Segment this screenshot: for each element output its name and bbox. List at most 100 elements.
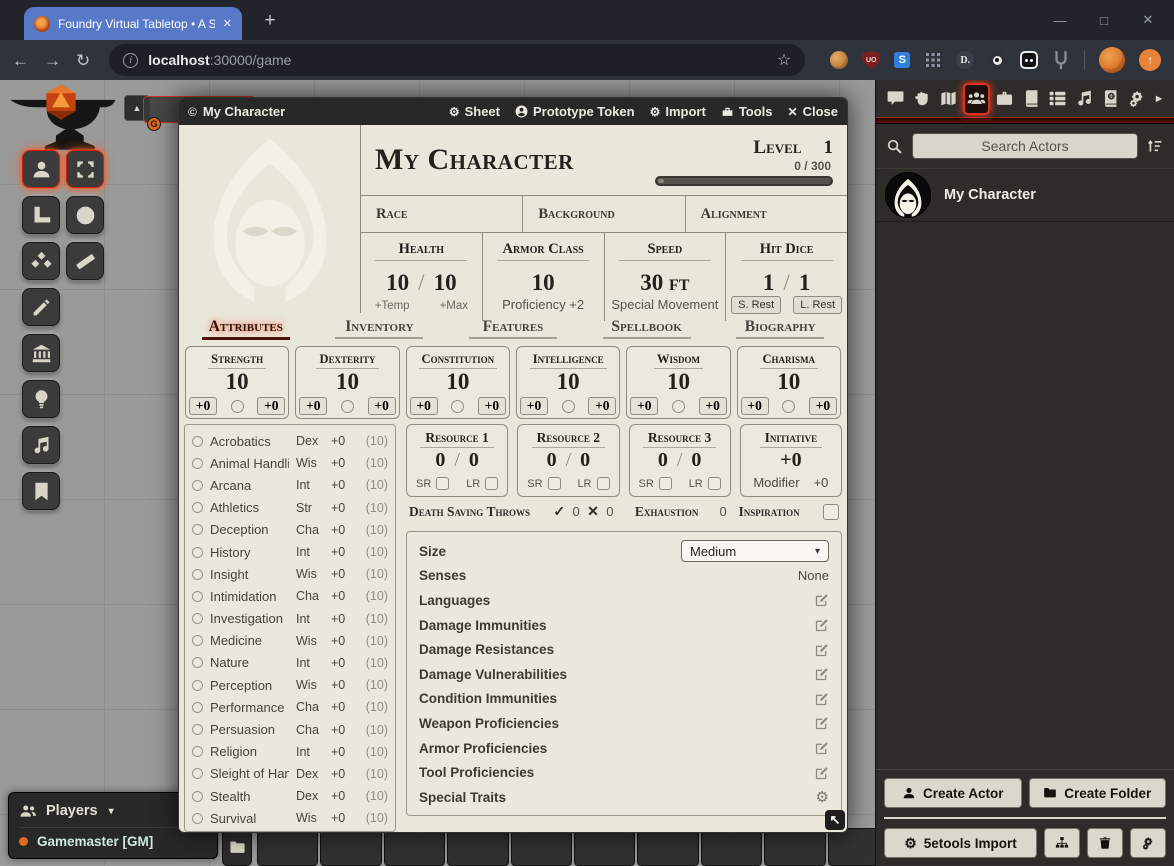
new-tab-button[interactable]: + [258, 9, 282, 33]
d-extension-icon[interactable]: D. [956, 51, 974, 69]
actor-avatar[interactable] [885, 172, 931, 218]
edit-icon[interactable] [815, 643, 829, 657]
tab-compendium[interactable] [1099, 84, 1121, 114]
skill-proficiency-toggle[interactable] [192, 724, 203, 735]
save-proficiency-toggle[interactable] [231, 400, 244, 413]
save-proficiency-toggle[interactable] [782, 400, 795, 413]
import-button[interactable]: ⚙Import [650, 104, 706, 119]
grid-extension-icon[interactable] [924, 51, 942, 69]
site-info-icon[interactable]: i [123, 53, 138, 68]
race-field[interactable]: Race [361, 196, 523, 232]
trait-row[interactable]: Weapon Proficiencies [419, 711, 829, 736]
trait-row[interactable]: Languages [419, 588, 829, 613]
edit-icon[interactable] [815, 667, 829, 681]
ability-save[interactable]: +0 [478, 397, 506, 415]
skill-row[interactable]: ArcanaInt+0(10) [192, 474, 388, 496]
tab-close-icon[interactable]: ✕ [223, 17, 232, 30]
lr-checkbox[interactable] [485, 477, 498, 490]
health-stat[interactable]: Health 10/10 +Temp+Max [361, 233, 483, 321]
macro-slot[interactable] [320, 828, 381, 866]
edit-icon[interactable] [815, 716, 829, 730]
lr-checkbox[interactable] [597, 477, 610, 490]
skill-proficiency-toggle[interactable] [192, 657, 203, 668]
create-actor-button[interactable]: Create Actor [884, 778, 1022, 808]
skill-row[interactable]: HistoryInt+0(10) [192, 541, 388, 563]
skill-proficiency-toggle[interactable] [192, 591, 203, 602]
skill-row[interactable]: AthleticsStr+0(10) [192, 497, 388, 519]
lr-checkbox[interactable] [708, 477, 721, 490]
back-button[interactable]: ← [12, 52, 29, 69]
reload-button[interactable]: ↻ [76, 52, 90, 69]
ability-score[interactable]: 10 [627, 369, 729, 394]
ability-mod[interactable]: +0 [299, 397, 327, 415]
browser-tab[interactable]: Foundry Virtual Tabletop • A Stan ✕ [24, 7, 242, 40]
skill-row[interactable]: PerformanceCha+0(10) [192, 696, 388, 718]
speed-value[interactable]: 30 ft [640, 270, 689, 296]
ublock-extension-icon[interactable]: UO [862, 51, 880, 69]
initiative-value[interactable]: +0 [780, 449, 801, 472]
measure-tool[interactable] [22, 196, 60, 234]
edit-icon[interactable] [815, 741, 829, 755]
edit-icon[interactable] [815, 593, 829, 607]
ability-save[interactable]: +0 [588, 397, 616, 415]
macro-slot[interactable] [384, 828, 445, 866]
senses-value[interactable]: None [798, 568, 829, 583]
long-rest-button[interactable]: L. Rest [793, 296, 842, 314]
macro-slot[interactable] [574, 828, 635, 866]
size-select[interactable]: Medium▾ [681, 540, 829, 562]
skill-proficiency-toggle[interactable] [192, 436, 203, 447]
sr-checkbox[interactable] [548, 477, 561, 490]
macro-slot[interactable] [637, 828, 698, 866]
hotbar-folder-button[interactable] [222, 828, 252, 866]
settings-button[interactable] [1130, 828, 1166, 858]
tab-chat[interactable] [884, 84, 906, 114]
url-bar[interactable]: i localhost:30000/game ☆ [109, 44, 805, 76]
skill-row[interactable]: StealthDex+0(10) [192, 785, 388, 807]
trait-row[interactable]: Condition Immunities [419, 687, 829, 712]
skill-proficiency-toggle[interactable] [192, 569, 203, 580]
close-button[interactable]: ✕ [1126, 0, 1170, 40]
ability-save[interactable]: +0 [368, 397, 396, 415]
skill-row[interactable]: MedicineWis+0(10) [192, 630, 388, 652]
skill-proficiency-toggle[interactable] [192, 547, 203, 558]
save-proficiency-toggle[interactable] [341, 400, 354, 413]
tools-button[interactable]: Tools [721, 104, 773, 119]
ac-value[interactable]: 10 [532, 270, 555, 296]
hd-current[interactable]: 1 [763, 270, 775, 296]
character-sheet-window[interactable]: © My Character ⚙Sheet Prototype Token ⚙I… [178, 97, 848, 833]
ruler-tool[interactable] [66, 242, 104, 280]
create-folder-button[interactable]: Create Folder [1029, 778, 1167, 808]
ability-score[interactable]: 10 [186, 369, 288, 394]
skill-row[interactable]: AcrobaticsDex+0(10) [192, 430, 388, 452]
skill-proficiency-toggle[interactable] [192, 613, 203, 624]
ability-mod[interactable]: +0 [630, 397, 658, 415]
skill-proficiency-toggle[interactable] [192, 480, 203, 491]
skill-proficiency-toggle[interactable] [192, 791, 203, 802]
tab-biography[interactable]: Biography [736, 318, 824, 339]
players-caret-icon[interactable]: ▾ [109, 806, 114, 817]
ability-wisdom[interactable]: Wisdom10+0+0 [626, 346, 730, 419]
special-movement-label[interactable]: Special Movement [611, 297, 718, 312]
initiative-box[interactable]: Initiative +0 Modifier+0 [740, 424, 842, 497]
resource-2[interactable]: Resource 2 0/0 SRLR [517, 424, 619, 497]
tab-scenes[interactable] [937, 84, 959, 114]
prototype-token-button[interactable]: Prototype Token [515, 104, 635, 119]
skill-row[interactable]: IntimidationCha+0(10) [192, 585, 388, 607]
skill-proficiency-toggle[interactable] [192, 768, 203, 779]
ability-dexterity[interactable]: Dexterity10+0+0 [295, 346, 399, 419]
skill-proficiency-toggle[interactable] [192, 458, 203, 469]
tab-spellbook[interactable]: Spellbook [603, 318, 691, 339]
hp-temp-label[interactable]: +Temp [375, 300, 410, 312]
tab-settings[interactable] [1126, 84, 1148, 114]
xp-text[interactable]: 0 / 300 [655, 159, 831, 173]
hit-dice-stat[interactable]: Hit Dice 1/1 S. Rest L. Rest [726, 233, 847, 321]
browser-update-icon[interactable]: ↑ [1139, 49, 1161, 71]
hp-max[interactable]: 10 [434, 270, 457, 296]
cookie-extension-icon[interactable] [830, 51, 848, 69]
box-extension-icon[interactable] [1020, 51, 1038, 69]
ability-score[interactable]: 10 [296, 369, 398, 394]
fork-extension-icon[interactable] [1052, 51, 1070, 69]
edit-icon[interactable] [815, 618, 829, 632]
ability-strength[interactable]: Strength10+0+0 [185, 346, 289, 419]
skill-row[interactable]: InsightWis+0(10) [192, 563, 388, 585]
